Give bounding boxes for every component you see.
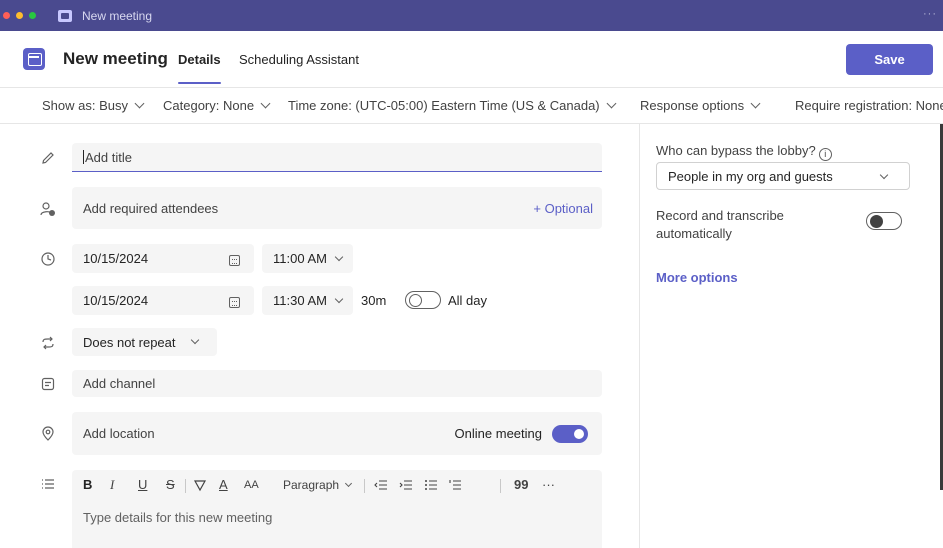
lobby-label: Who can bypass the lobby? i <box>656 143 832 161</box>
show-as-label: Show as: Busy <box>42 98 128 113</box>
increase-indent-icon[interactable] <box>399 479 413 491</box>
chevron-down-icon <box>879 170 889 180</box>
attendees-placeholder: Add required attendees <box>83 200 219 216</box>
meeting-options-bar: Show as: Busy Category: None Time zone: … <box>0 87 943 124</box>
calendar-icon <box>23 48 45 70</box>
calendar-icon <box>229 255 240 266</box>
numbered-list-icon[interactable] <box>448 479 462 491</box>
tab-details[interactable]: Details <box>178 52 221 67</box>
save-button[interactable]: Save <box>846 44 933 75</box>
chevron-down-icon <box>190 335 199 345</box>
channel-icon <box>41 377 55 391</box>
tab-scheduling-assistant[interactable]: Scheduling Assistant <box>239 52 359 67</box>
repeat-dropdown[interactable]: Does not repeat <box>72 328 217 356</box>
paragraph-dropdown[interactable]: Paragraph <box>283 478 353 492</box>
highlight-icon[interactable] <box>193 478 207 492</box>
lobby-dropdown[interactable]: People in my org and guests <box>656 162 910 190</box>
duration-label: 30m <box>361 293 387 308</box>
paragraph-label: Paragraph <box>283 478 340 492</box>
info-icon[interactable]: i <box>818 148 832 161</box>
channel-field[interactable]: Add channel <box>72 370 602 397</box>
minimize-window-button[interactable] <box>16 12 23 19</box>
page-title: New meeting <box>63 49 168 68</box>
end-time-dropdown[interactable]: 11:30 AM <box>262 286 353 315</box>
end-date-value: 10/15/2024 <box>83 293 149 308</box>
bulleted-list-icon[interactable] <box>424 479 438 491</box>
chevron-down-icon <box>260 98 271 109</box>
meeting-header: New meeting Details Scheduling Assistant… <box>0 31 943 87</box>
time-zone-label: Time zone: (UTC-05:00) Eastern Time (US … <box>288 98 600 113</box>
window-more-icon[interactable]: ··· <box>923 8 937 20</box>
details-editor[interactable]: B I U S A AA Paragraph 99 ··· Type detai… <box>72 470 602 548</box>
underline-button[interactable]: U <box>138 477 147 492</box>
decrease-indent-icon[interactable] <box>374 479 388 491</box>
repeat-value: Does not repeat <box>83 334 176 350</box>
start-date-picker[interactable]: 10/15/2024 <box>72 244 254 273</box>
toolbar-divider <box>364 479 365 493</box>
response-options-dropdown[interactable]: Response options <box>640 98 761 113</box>
lobby-value: People in my org and guests <box>668 168 833 184</box>
all-day-toggle[interactable] <box>405 291 441 309</box>
end-time-value: 11:30 AM <box>273 293 327 308</box>
details-list-icon <box>42 479 54 489</box>
chevron-down-icon <box>134 98 145 109</box>
record-transcribe-toggle[interactable] <box>866 212 902 230</box>
channel-placeholder: Add channel <box>83 376 156 391</box>
require-registration-label: Require registration: None <box>795 98 943 113</box>
close-window-button[interactable] <box>3 12 10 19</box>
bold-button[interactable]: B <box>83 477 92 492</box>
chevron-down-icon <box>334 252 344 261</box>
quote-button[interactable]: 99 <box>514 477 528 492</box>
font-color-button[interactable]: A <box>219 477 228 492</box>
chevron-down-icon <box>606 98 617 109</box>
response-options-label: Response options <box>640 98 745 113</box>
location-placeholder: Add location <box>83 426 155 441</box>
calendar-icon <box>229 297 240 308</box>
time-zone-dropdown[interactable]: Time zone: (UTC-05:00) Eastern Time (US … <box>288 98 617 113</box>
details-placeholder: Type details for this new meeting <box>83 510 273 525</box>
all-day-label: All day <box>448 293 488 308</box>
teams-app-icon <box>58 9 72 22</box>
chevron-down-icon <box>345 479 353 488</box>
active-tab-indicator <box>178 82 221 84</box>
window-titlebar: New meeting ··· <box>0 0 943 31</box>
chevron-down-icon <box>334 294 344 303</box>
title-field[interactable]: Add title <box>72 143 602 172</box>
zoom-window-button[interactable] <box>29 12 36 19</box>
optional-attendees-link[interactable]: + Optional <box>533 201 593 216</box>
attendees-field[interactable]: Add required attendees + Optional <box>72 187 602 229</box>
toolbar-divider <box>185 479 186 493</box>
window-controls <box>3 12 36 19</box>
toolbar-divider <box>500 479 501 493</box>
clock-icon <box>41 252 55 266</box>
pencil-icon <box>42 152 54 164</box>
online-meeting-label: Online meeting <box>454 426 542 441</box>
end-date-picker[interactable]: 10/15/2024 <box>72 286 254 315</box>
repeat-icon <box>42 336 54 350</box>
show-as-dropdown[interactable]: Show as: Busy <box>42 98 145 113</box>
category-dropdown[interactable]: Category: None <box>163 98 271 113</box>
start-date-value: 10/15/2024 <box>83 251 149 266</box>
column-divider <box>639 124 640 548</box>
window-title: New meeting <box>82 8 153 23</box>
category-label: Category: None <box>163 98 255 113</box>
start-time-dropdown[interactable]: 11:00 AM <box>262 244 353 273</box>
title-placeholder: Add title <box>85 149 132 165</box>
chevron-down-icon <box>750 98 761 109</box>
text-caret <box>83 150 84 164</box>
font-size-button[interactable]: AA <box>244 479 259 491</box>
location-icon <box>42 426 54 441</box>
more-options-link[interactable]: More options <box>656 270 738 285</box>
add-people-icon <box>40 202 55 216</box>
online-meeting-toggle[interactable] <box>552 425 588 443</box>
require-registration-dropdown[interactable]: Require registration: None <box>795 98 943 113</box>
record-transcribe-label: Record and transcribe automatically <box>656 208 784 241</box>
more-formatting-icon[interactable]: ··· <box>542 477 555 492</box>
strikethrough-button[interactable]: S <box>166 477 175 492</box>
lobby-label-text: Who can bypass the lobby? <box>656 143 816 158</box>
location-field[interactable]: Add location Online meeting <box>72 412 602 455</box>
start-time-value: 11:00 AM <box>273 251 327 266</box>
italic-button[interactable]: I <box>110 477 114 493</box>
